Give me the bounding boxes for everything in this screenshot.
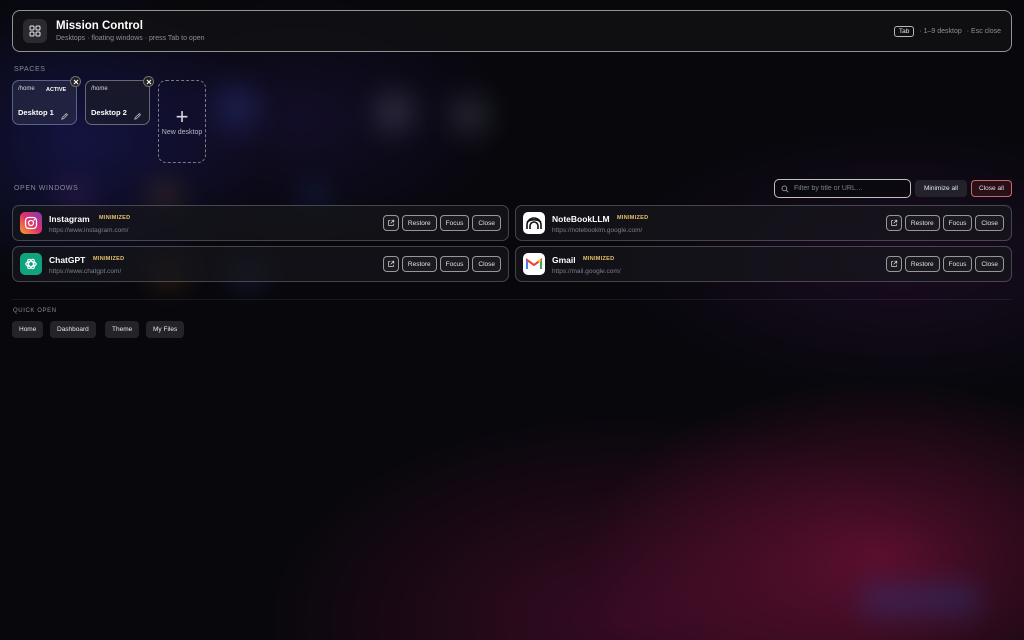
close-all-button[interactable]: Close all	[971, 180, 1012, 197]
close-desktop-icon[interactable]	[70, 76, 81, 87]
window-url: https://www.instagram.com/	[49, 227, 129, 234]
quick-open-dashboard[interactable]: Dashboard	[50, 321, 96, 338]
focus-button[interactable]: Focus	[942, 256, 973, 272]
window-card-gmail[interactable]: Gmail MINIMIZED https://mail.google.com/…	[515, 246, 1012, 282]
window-title: Instagram	[49, 214, 90, 224]
keyboard-hints: Tab · 1–9 desktop · Esc close	[893, 25, 1001, 37]
filter-field[interactable]	[774, 179, 911, 198]
spaces-section-label: SPACES	[14, 66, 46, 73]
desktop-thumbnail-1[interactable]: /home ACTIVE Desktop 1	[12, 76, 81, 126]
page-subtitle: Desktops · floating windows · press Tab …	[56, 35, 205, 42]
new-desktop-button[interactable]: + New desktop	[158, 80, 206, 163]
window-url: https://www.chatgpt.com/	[49, 268, 122, 275]
filter-input[interactable]	[794, 185, 904, 192]
focus-button[interactable]: Focus	[942, 215, 973, 231]
restore-button[interactable]: Restore	[401, 256, 437, 272]
divider	[12, 299, 1012, 300]
status-badge: MINIMIZED	[93, 256, 125, 262]
quick-open-my-files[interactable]: My Files	[146, 321, 185, 338]
window-url: https://notebooklm.google.com/	[552, 227, 643, 234]
quick-open-theme[interactable]: Theme	[105, 321, 140, 338]
open-external-icon[interactable]	[885, 256, 902, 272]
notebooklm-icon	[523, 212, 545, 234]
page-title: Mission Control	[56, 20, 143, 32]
desktop-path: /home	[18, 86, 35, 92]
desktop-name: Desktop 2	[91, 108, 127, 117]
quick-open-section-label: QUICK OPEN	[13, 308, 57, 314]
window-title: NoteBookLLM	[552, 214, 610, 224]
search-icon	[781, 185, 789, 193]
minimize-all-button[interactable]: Minimize all	[915, 180, 967, 197]
quick-open-home[interactable]: Home	[12, 321, 44, 338]
window-url: https://mail.google.com/	[552, 268, 621, 275]
status-badge: MINIMIZED	[617, 215, 649, 221]
escape-close-hint: · Esc close	[966, 27, 1001, 35]
restore-button[interactable]: Restore	[904, 256, 940, 272]
pencil-icon[interactable]	[133, 108, 142, 126]
focus-button[interactable]: Focus	[439, 215, 470, 231]
desktop-path: /home	[91, 86, 108, 92]
open-external-icon[interactable]	[885, 215, 902, 231]
desktop-thumbnail-2[interactable]: /home Desktop 2	[85, 76, 154, 126]
mission-control-header: Mission Control Desktops · floating wind…	[12, 10, 1012, 52]
open-windows-section-label: OPEN WINDOWS	[14, 185, 79, 192]
window-card-notebookllm[interactable]: NoteBookLLM MINIMIZED https://notebooklm…	[515, 205, 1012, 241]
mission-control-overlay: Mission Control Desktops · floating wind…	[0, 0, 1024, 640]
grid-icon	[23, 19, 47, 43]
open-external-icon[interactable]	[382, 215, 399, 231]
gmail-icon	[523, 253, 545, 275]
status-badge: MINIMIZED	[583, 256, 615, 262]
open-external-icon[interactable]	[382, 256, 399, 272]
close-button[interactable]: Close	[472, 215, 501, 231]
desktop-switch-hint: · 1–9 desktop	[919, 27, 962, 35]
restore-button[interactable]: Restore	[401, 215, 437, 231]
desktop-name: Desktop 1	[18, 108, 54, 117]
tab-key-hint: Tab	[893, 25, 915, 37]
status-badge: MINIMIZED	[99, 215, 131, 221]
close-button[interactable]: Close	[975, 215, 1004, 231]
pencil-icon[interactable]	[60, 108, 69, 126]
close-button[interactable]: Close	[472, 256, 501, 272]
new-desktop-label: New desktop	[161, 128, 203, 136]
close-desktop-icon[interactable]	[143, 76, 154, 87]
window-title: Gmail	[552, 255, 576, 265]
window-card-chatgpt[interactable]: ChatGPT MINIMIZED https://www.chatgpt.co…	[12, 246, 509, 282]
window-title: ChatGPT	[49, 255, 86, 265]
instagram-icon	[20, 212, 42, 234]
plus-icon: +	[175, 103, 189, 129]
window-card-instagram[interactable]: Instagram MINIMIZED https://www.instagra…	[12, 205, 509, 241]
restore-button[interactable]: Restore	[904, 215, 940, 231]
chatgpt-icon	[20, 253, 42, 275]
active-badge: ACTIVE	[46, 87, 67, 93]
focus-button[interactable]: Focus	[439, 256, 470, 272]
close-button[interactable]: Close	[975, 256, 1004, 272]
